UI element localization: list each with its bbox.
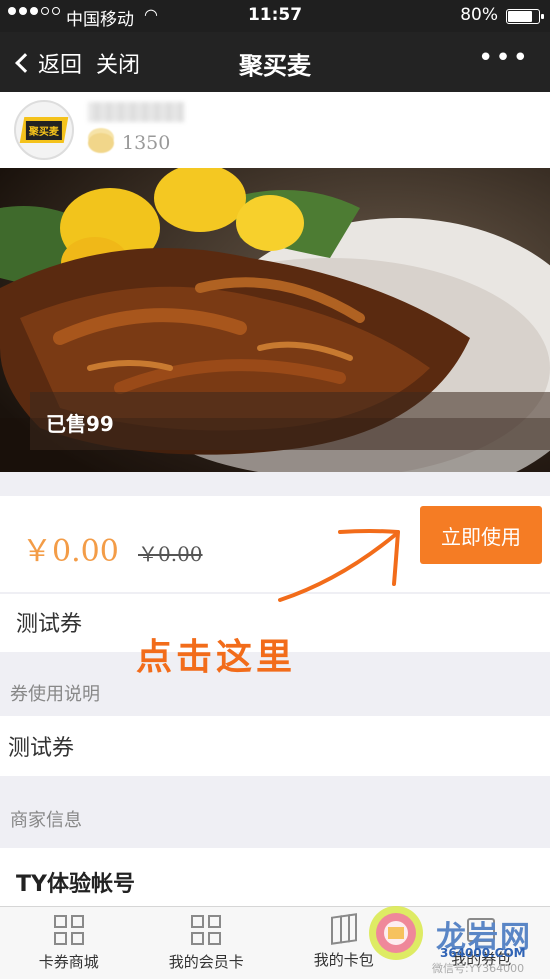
tab-label: 我的会员卡 bbox=[168, 953, 244, 971]
usage-description: 测试券 bbox=[8, 736, 75, 761]
grid-icon bbox=[53, 915, 84, 945]
usage-description-row: 测试券 bbox=[0, 716, 550, 776]
current-price: ￥0.00 bbox=[22, 534, 119, 569]
merchant-account-name: TY体验帐号 bbox=[16, 872, 135, 897]
usage-section-title: 券使用说明 bbox=[10, 684, 100, 705]
original-price: ￥0.00 bbox=[138, 542, 203, 566]
annotation-text: 点击这里 bbox=[136, 637, 297, 678]
sold-count: 已售99 bbox=[46, 412, 114, 436]
merchant-section-title: 商家信息 bbox=[10, 810, 82, 831]
coin-count: 1350 bbox=[122, 132, 171, 154]
tab-card-mall[interactable]: 卡券商城 bbox=[0, 907, 138, 979]
merchant-account-row[interactable]: TY体验帐号 bbox=[0, 848, 550, 908]
merchant-logo[interactable]: 聚买麦 bbox=[14, 100, 74, 160]
watermark-url: 364000.COM bbox=[440, 946, 526, 960]
watermark-caption: 微信号:YY364000 bbox=[432, 962, 525, 975]
battery-percent: 80% bbox=[460, 5, 498, 25]
grid-icon bbox=[191, 915, 222, 945]
coin-balance: 1350 bbox=[88, 132, 170, 154]
merchant-name-blurred bbox=[88, 102, 184, 122]
coin-icon bbox=[88, 133, 114, 153]
tab-member-card[interactable]: 我的会员卡 bbox=[138, 907, 276, 979]
page-title: 聚买麦 bbox=[239, 52, 311, 80]
merchant-logo-text: 聚买麦 bbox=[26, 120, 62, 140]
coupon-title: 测试券 bbox=[16, 612, 83, 637]
battery-icon bbox=[506, 9, 544, 24]
tab-label: 我的卡包 bbox=[313, 951, 374, 969]
annotation-arrow bbox=[278, 529, 400, 602]
watermark-logo-icon bbox=[369, 906, 423, 960]
status-bar: 中国移动 ◠ 11:57 80% bbox=[0, 0, 550, 32]
nav-bar: 返回 关闭 聚买麦 ••• bbox=[0, 32, 550, 92]
more-options-button[interactable]: ••• bbox=[478, 45, 530, 71]
merchant-header: 聚买麦 1350 bbox=[0, 92, 550, 168]
map-icon bbox=[330, 913, 357, 945]
tab-label: 卡券商城 bbox=[38, 953, 99, 971]
use-now-button[interactable]: 立即使用 bbox=[420, 506, 542, 564]
